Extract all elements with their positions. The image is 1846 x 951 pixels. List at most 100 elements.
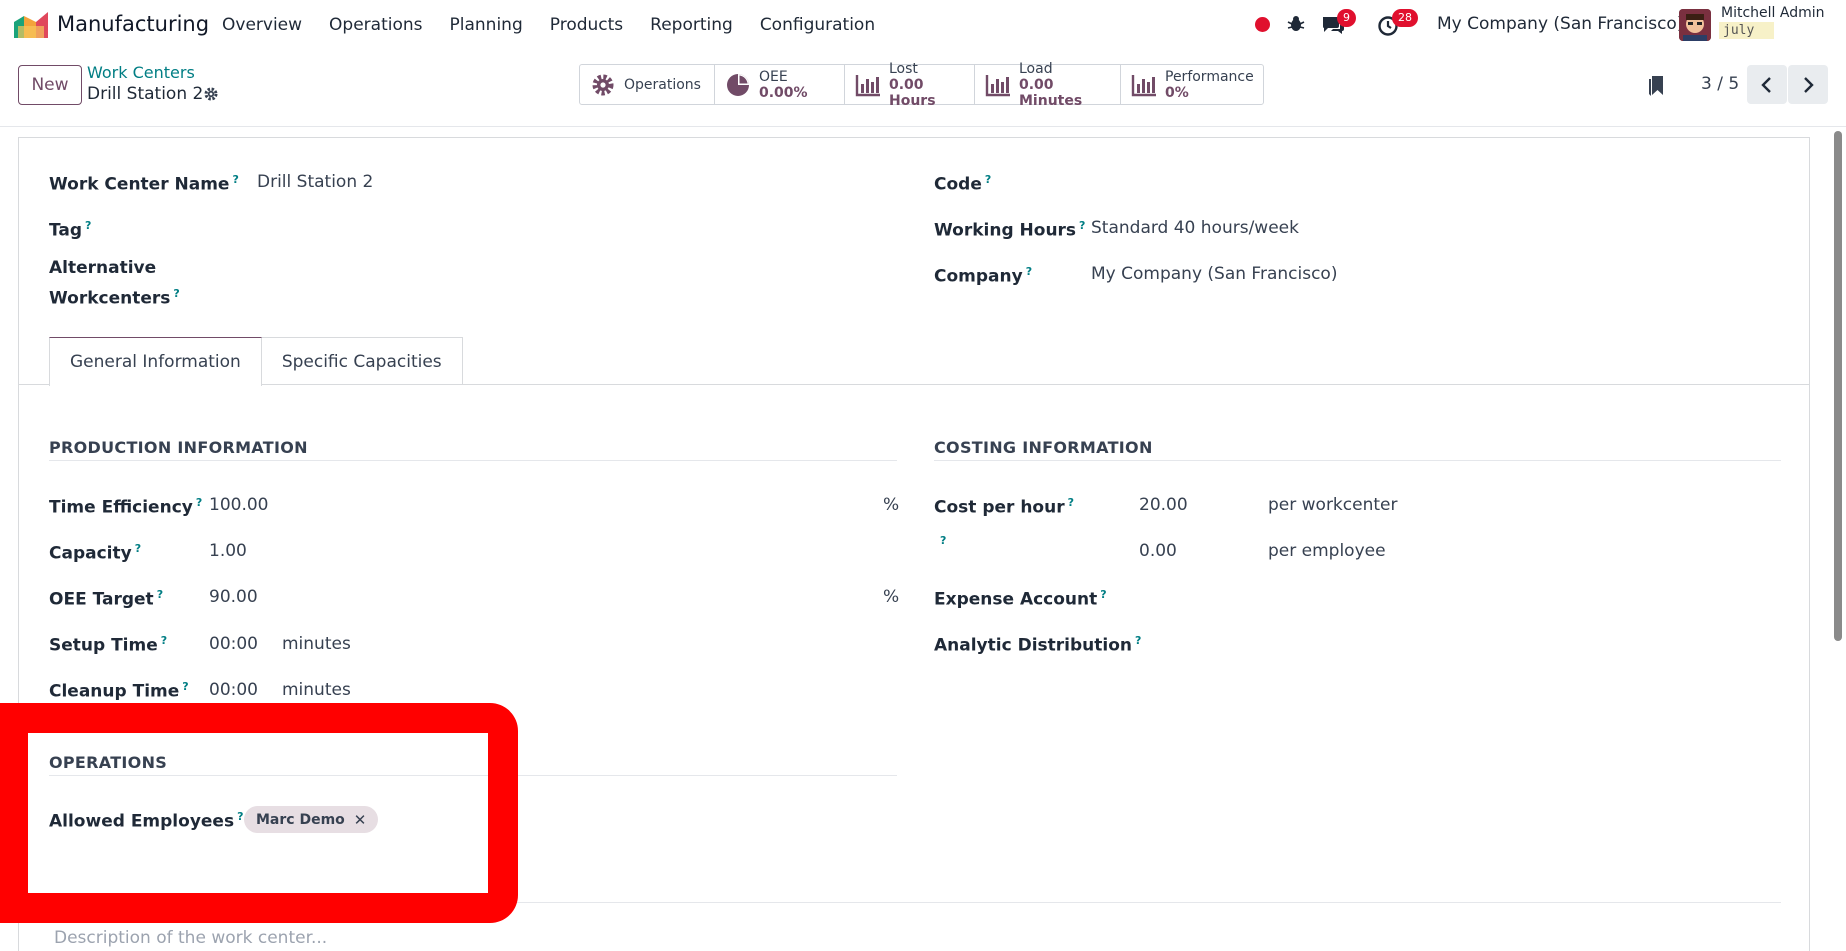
percent-unit: %	[883, 587, 900, 607]
setup-time-input[interactable]: 00:00	[209, 631, 258, 657]
help-icon[interactable]: ?	[157, 588, 163, 601]
performance-label: Performance	[1165, 68, 1254, 85]
menu-configuration[interactable]: Configuration	[760, 15, 875, 35]
oee-value: 0.00%	[759, 84, 808, 101]
help-icon[interactable]: ?	[985, 173, 991, 186]
help-icon[interactable]: ?	[232, 173, 238, 186]
help-icon[interactable]: ?	[173, 287, 179, 300]
help-icon[interactable]: ?	[161, 634, 167, 647]
form-tabs: General Information Specific Capacities	[49, 337, 463, 386]
new-button[interactable]: New	[18, 65, 82, 105]
record-actions-gear-icon[interactable]	[203, 86, 219, 102]
work-center-name-input[interactable]: Drill Station 2	[257, 169, 373, 195]
bar-chart-icon	[1131, 74, 1156, 96]
performance-value: 0%	[1165, 84, 1189, 101]
help-icon[interactable]: ?	[1079, 219, 1085, 232]
per-employee-unit: per employee	[1268, 541, 1386, 561]
breadcrumb-current: Drill Station 2	[87, 84, 204, 104]
scrollbar-thumb[interactable]	[1834, 131, 1842, 641]
analytic-distribution-label: Analytic Distribution?	[934, 634, 1142, 656]
employee-cost-input[interactable]: 0.00	[1139, 538, 1177, 564]
production-information-title: PRODUCTION INFORMATION	[49, 438, 308, 457]
pager-previous-button[interactable]	[1747, 65, 1787, 104]
highlight-annotation-box	[0, 703, 518, 923]
help-icon[interactable]: ?	[1026, 265, 1032, 278]
help-icon[interactable]: ?	[182, 680, 188, 693]
app-name[interactable]: Manufacturing	[57, 12, 209, 36]
pager-value[interactable]: 3 / 5	[1701, 74, 1739, 94]
cleanup-time-input[interactable]: 00:00	[209, 677, 258, 703]
menu-products[interactable]: Products	[550, 15, 623, 35]
company-input[interactable]: My Company (San Francisco)	[1091, 261, 1337, 287]
tag-input[interactable]	[257, 213, 897, 239]
tab-divider	[19, 384, 1809, 385]
operations-label: Operations	[624, 76, 701, 93]
debug-bug-icon[interactable]	[1286, 14, 1306, 34]
code-input[interactable]	[1091, 167, 1781, 193]
help-icon[interactable]: ?	[85, 219, 91, 232]
menu-planning[interactable]: Planning	[450, 15, 523, 35]
user-avatar[interactable]	[1679, 9, 1711, 41]
oee-target-input[interactable]: 90.00	[209, 584, 258, 610]
lost-smart-button[interactable]: Lost 0.00 Hours	[845, 61, 975, 109]
pie-chart-icon	[727, 73, 749, 96]
pager-next-button[interactable]	[1788, 65, 1828, 104]
messages-badge: 9	[1337, 9, 1356, 27]
expense-account-label: Expense Account?	[934, 588, 1107, 610]
performance-smart-button[interactable]: Performance 0%	[1121, 65, 1263, 104]
main-menu: Overview Operations Planning Products Re…	[222, 15, 902, 35]
alternative-workcenters-label: Alternative Workcenters?	[49, 258, 180, 309]
minutes-unit: minutes	[282, 680, 351, 700]
breadcrumb-work-centers[interactable]: Work Centers	[87, 63, 195, 82]
gear-icon	[592, 74, 614, 95]
per-workcenter-unit: per workcenter	[1268, 495, 1398, 515]
help-icon[interactable]: ?	[135, 542, 141, 555]
working-hours-label: Working Hours?	[934, 219, 1086, 241]
tab-specific-capacities[interactable]: Specific Capacities	[261, 337, 463, 385]
control-panel: New Work Centers Drill Station 2 Operati…	[0, 50, 1846, 127]
help-icon[interactable]: ?	[1068, 496, 1074, 509]
alternative-workcenters-input[interactable]	[257, 268, 897, 294]
company-label: Company?	[934, 265, 1033, 287]
help-icon[interactable]: ?	[1100, 588, 1106, 601]
menu-reporting[interactable]: Reporting	[650, 15, 733, 35]
working-hours-input[interactable]: Standard 40 hours/week	[1091, 215, 1299, 241]
oee-target-label: OEE Target?	[49, 588, 164, 610]
manufacturing-app-icon[interactable]	[14, 12, 48, 38]
tab-general-information[interactable]: General Information	[49, 337, 262, 386]
bar-chart-icon	[985, 74, 1010, 96]
menu-overview[interactable]: Overview	[222, 15, 302, 35]
bookmark-icon[interactable]	[1647, 75, 1665, 97]
operations-smart-button[interactable]: Operations	[580, 65, 715, 104]
expense-account-input[interactable]	[1139, 582, 1779, 608]
percent-unit: %	[883, 495, 900, 515]
time-efficiency-input[interactable]: 100.00	[209, 492, 268, 518]
lost-label: Lost	[889, 60, 918, 77]
help-icon[interactable]: ?	[196, 496, 202, 509]
oee-smart-button[interactable]: OEE 0.00%	[715, 65, 845, 104]
chevron-right-icon	[1804, 76, 1814, 93]
analytic-distribution-input[interactable]	[1139, 628, 1779, 654]
activities-badge: 28	[1392, 9, 1418, 27]
menu-operations[interactable]: Operations	[329, 15, 422, 35]
minutes-unit: minutes	[282, 634, 351, 654]
recording-indicator[interactable]	[1255, 17, 1270, 32]
load-smart-button[interactable]: Load 0.00 Minutes	[975, 61, 1121, 109]
lost-value: 0.00 Hours	[889, 76, 936, 109]
capacity-label: Capacity?	[49, 542, 142, 564]
tag-label: Tag?	[49, 219, 92, 241]
description-field[interactable]: Description of the work center...	[54, 928, 327, 948]
capacity-input[interactable]: 1.00	[209, 538, 247, 564]
setup-time-label: Setup Time?	[49, 634, 168, 656]
user-name[interactable]: Mitchell Admin	[1721, 5, 1825, 21]
cost-per-hour-input[interactable]: 20.00	[1139, 492, 1188, 518]
code-label: Code?	[934, 173, 992, 195]
work-center-name-label: Work Center Name?	[49, 173, 239, 195]
help-icon[interactable]: ?	[940, 534, 946, 547]
time-efficiency-label: Time Efficiency?	[49, 496, 203, 518]
load-label: Load	[1019, 60, 1053, 77]
chevron-left-icon	[1761, 76, 1771, 93]
load-value: 0.00 Minutes	[1019, 76, 1083, 109]
costing-information-title: COSTING INFORMATION	[934, 438, 1153, 457]
company-switcher[interactable]: My Company (San Francisco)	[1437, 14, 1683, 34]
